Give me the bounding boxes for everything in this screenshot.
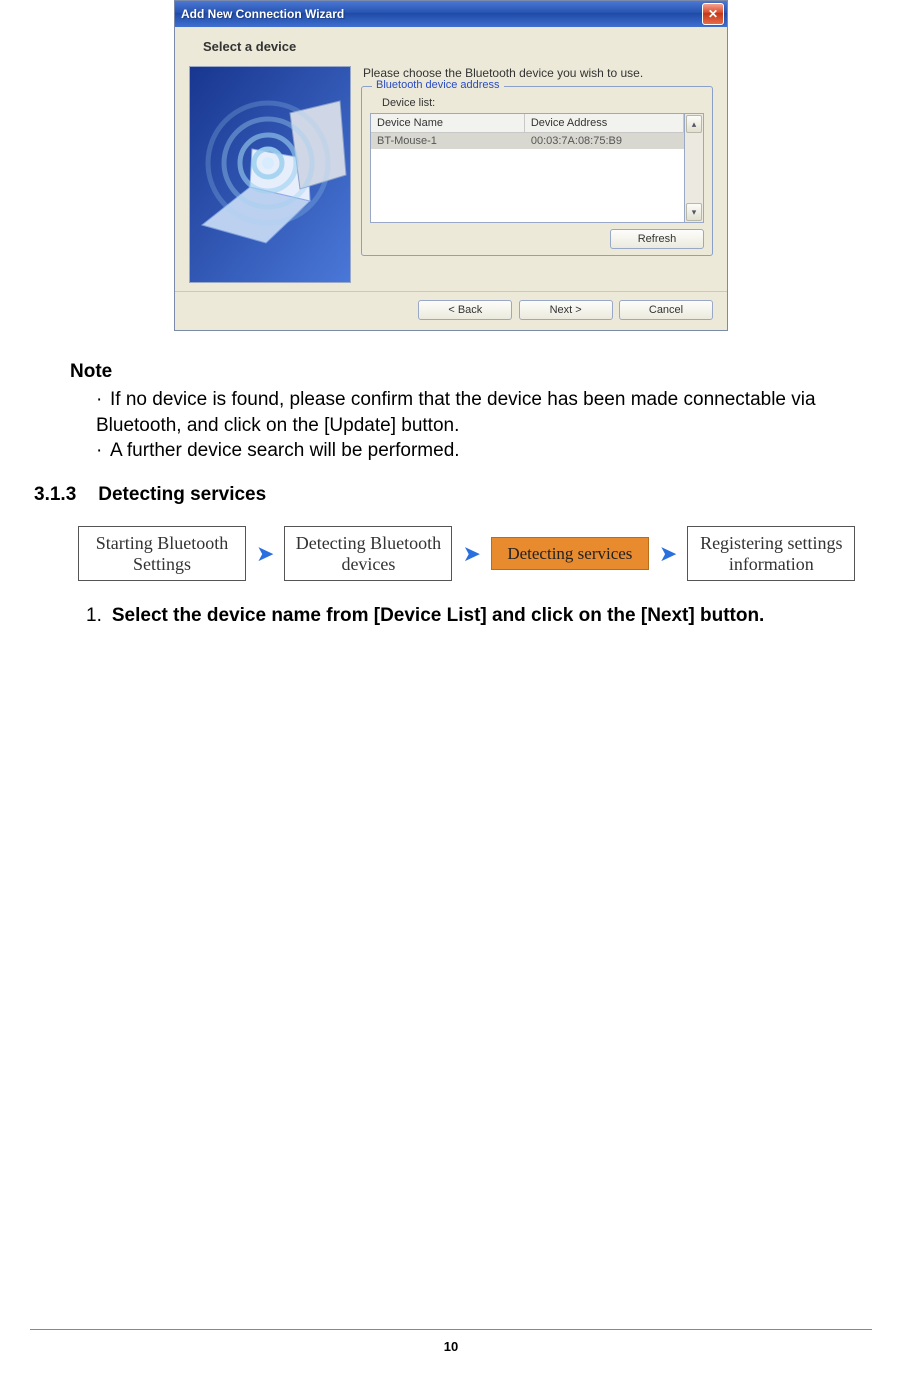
window-title: Add New Connection Wizard [181, 7, 344, 21]
flow-box-start: Starting Bluetooth Settings [78, 526, 246, 581]
scroll-up-icon[interactable]: ▴ [686, 115, 702, 133]
cell-device-address: 00:03:7A:08:75:B9 [525, 133, 684, 149]
wizard-step-title: Select a device [189, 37, 713, 66]
col-device-address[interactable]: Device Address [525, 114, 684, 132]
note-line-2: A further device search will be performe… [110, 440, 460, 461]
refresh-button[interactable]: Refresh [610, 229, 704, 249]
arrow-icon: ➤ [659, 543, 677, 565]
titlebar: Add New Connection Wizard ✕ [175, 1, 727, 27]
section-heading: 3.1.3 Detecting services [34, 484, 832, 506]
flow-box-register: Registering settings information [687, 526, 855, 581]
table-row[interactable]: BT-Mouse-1 00:03:7A:08:75:B9 [371, 133, 684, 149]
arrow-icon: ➤ [462, 543, 480, 565]
col-device-name[interactable]: Device Name [371, 114, 525, 132]
back-button[interactable]: < Back [418, 300, 512, 320]
wizard-illustration [189, 66, 351, 283]
device-address-group: Bluetooth device address Device list: De… [361, 86, 713, 256]
wizard-body: Select a device [175, 27, 727, 330]
device-list-table[interactable]: Device Name Device Address BT-Mouse-1 00… [370, 113, 685, 223]
section-number: 3.1.3 [34, 484, 76, 505]
scroll-down-icon[interactable]: ▾ [686, 203, 702, 221]
cell-device-name: BT-Mouse-1 [371, 133, 525, 149]
section-title: Detecting services [98, 484, 266, 505]
bullet-icon: · [96, 387, 110, 413]
flow-box-detect-services: Detecting services [491, 537, 649, 571]
flowchart: Starting Bluetooth Settings ➤ Detecting … [70, 526, 832, 581]
wizard-window: Add New Connection Wizard ✕ Select a dev… [174, 0, 728, 331]
device-list-label: Device list: [382, 97, 704, 109]
group-legend: Bluetooth device address [372, 79, 504, 91]
bullet-icon: · [96, 438, 110, 464]
step-number: 1. [86, 605, 102, 626]
note-heading: Note [70, 361, 832, 383]
wizard-footer: < Back Next > Cancel [189, 298, 713, 324]
table-header: Device Name Device Address [371, 114, 684, 133]
page-footer: 10 [0, 1329, 902, 1356]
wizard-instruction: Please choose the Bluetooth device you w… [363, 66, 713, 80]
step-text: Select the device name from [Device List… [112, 605, 764, 626]
arrow-icon: ➤ [256, 543, 274, 565]
cancel-button[interactable]: Cancel [619, 300, 713, 320]
note-body: ·If no device is found, please confirm t… [96, 387, 832, 464]
footer-rule [30, 1329, 872, 1330]
separator [175, 291, 727, 292]
step-list: 1. Select the device name from [Device Li… [86, 605, 832, 627]
page-number: 10 [444, 1339, 458, 1354]
flow-box-detect-devices: Detecting Bluetooth devices [284, 526, 452, 581]
note-line-1: If no device is found, please confirm th… [96, 389, 816, 436]
scrollbar[interactable]: ▴ ▾ [685, 113, 704, 223]
close-icon[interactable]: ✕ [702, 3, 724, 25]
next-button[interactable]: Next > [519, 300, 613, 320]
